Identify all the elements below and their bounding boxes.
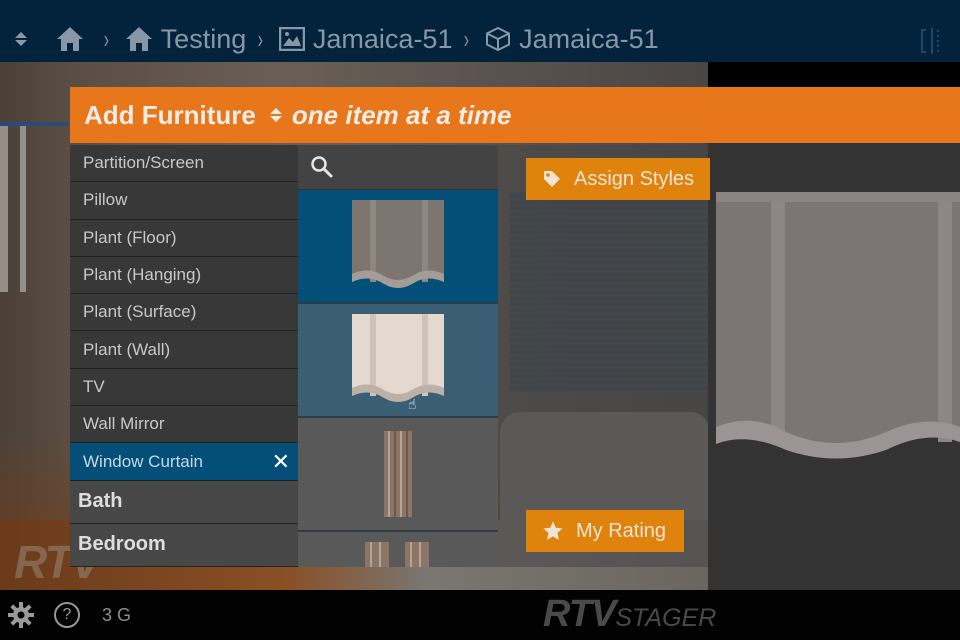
actions-overlay xyxy=(498,145,708,567)
breadcrumb-separator: › xyxy=(257,23,264,54)
item-thumbnail[interactable] xyxy=(298,418,498,532)
gray-curtain-thumbnail xyxy=(352,200,444,288)
category-item[interactable]: Plant (Floor) xyxy=(70,219,298,257)
brand-main: RTV xyxy=(543,593,616,635)
breadcrumb-label: Testing xyxy=(160,23,247,54)
category-label: Pillow xyxy=(83,190,128,210)
add-mode-selector[interactable]: one item at a time xyxy=(292,100,512,131)
cream-curtain-thumbnail xyxy=(352,314,444,402)
breadcrumb-home[interactable] xyxy=(56,26,92,52)
category-label: Partition/Screen xyxy=(83,153,204,173)
home-icon xyxy=(57,27,83,51)
category-label: Plant (Surface) xyxy=(83,302,197,322)
home-icon xyxy=(125,27,152,51)
category-item[interactable]: Plant (Surface) xyxy=(70,294,298,332)
category-label: Plant (Floor) xyxy=(83,227,177,247)
category-item[interactable]: Wall Mirror xyxy=(70,406,298,444)
category-item[interactable]: Plant (Hanging) xyxy=(70,256,298,295)
search-input[interactable] xyxy=(298,145,498,190)
breadcrumb-separator: › xyxy=(103,23,109,54)
drape-curtain-thumbnail xyxy=(384,431,412,517)
close-icon[interactable]: ✕ xyxy=(272,449,290,475)
search-icon xyxy=(311,156,333,178)
image-icon xyxy=(278,27,305,51)
gear-icon[interactable] xyxy=(8,602,34,628)
my-rating-label: My Rating xyxy=(576,519,667,542)
drape-pair-curtain-thumbnail xyxy=(365,542,429,567)
group-label: Bedroom xyxy=(78,533,166,556)
category-item[interactable]: Plant (Wall) xyxy=(70,331,298,369)
category-label: Plant (Wall) xyxy=(83,339,171,359)
tag-icon xyxy=(542,169,562,189)
category-group-bedroom[interactable]: Bedroom xyxy=(70,523,298,567)
preview-background xyxy=(708,142,960,590)
category-label: TV xyxy=(83,376,105,396)
sort-icon[interactable] xyxy=(269,108,282,122)
category-group-bath[interactable]: Bath xyxy=(70,480,298,524)
arrow-up-icon xyxy=(15,32,27,38)
category-list: Partition/Screen Pillow Plant (Floor) Pl… xyxy=(70,145,298,567)
pointer-cursor-icon: ☝ xyxy=(408,396,417,412)
staircase-railing xyxy=(0,122,68,292)
breadcrumb-testing[interactable]: Testing xyxy=(125,23,247,55)
add-furniture-header: Add Furniture one item at a time xyxy=(70,87,960,143)
group-label: Bath xyxy=(78,490,123,513)
arrow-down-icon xyxy=(269,116,282,122)
breadcrumb-label: Jamaica-51 xyxy=(312,23,453,54)
breadcrumb-model[interactable]: Jamaica-51 xyxy=(485,24,659,55)
panel-title: Add Furniture xyxy=(84,99,256,130)
rtv-stager-logo: RTV STAGER xyxy=(543,593,716,636)
star-icon xyxy=(542,520,564,542)
item-thumbnail[interactable] xyxy=(298,190,498,304)
assign-styles-label: Assign Styles xyxy=(574,167,695,190)
category-label: Window Curtain xyxy=(83,451,203,471)
assign-styles-button[interactable]: Assign Styles xyxy=(526,158,710,200)
category-label: Wall Mirror xyxy=(83,414,165,434)
breadcrumb-separator: › xyxy=(464,23,470,54)
brand-sub: STAGER xyxy=(615,604,717,632)
split-view-icon[interactable] xyxy=(920,28,946,54)
item-thumbnail-list: ☝ xyxy=(298,145,498,567)
item-thumbnail[interactable] xyxy=(298,532,498,567)
item-thumbnail[interactable]: ☝ xyxy=(298,304,498,418)
my-rating-button[interactable]: My Rating xyxy=(526,510,684,552)
category-label: Plant (Hanging) xyxy=(83,265,202,285)
curtain-preview-image xyxy=(716,192,960,459)
cube-icon xyxy=(486,26,511,52)
help-icon[interactable]: ? xyxy=(54,602,80,628)
breadcrumb-label: Jamaica-51 xyxy=(519,23,659,54)
arrow-up-icon xyxy=(269,108,282,114)
category-item-selected[interactable]: Window Curtain ✕ xyxy=(70,443,298,481)
category-item[interactable]: Partition/Screen xyxy=(70,145,298,183)
bottom-toolbar: ? 3 G RTV STAGER xyxy=(0,590,960,640)
breadcrumb-project[interactable]: Jamaica-51 xyxy=(278,23,453,55)
arrow-down-icon xyxy=(15,40,27,46)
expand-collapse-toggle[interactable] xyxy=(10,32,32,46)
category-item[interactable]: Pillow xyxy=(70,182,298,220)
top-navigation-bar: › Testing › Jamaica-51 › Jamaica-51 xyxy=(0,0,960,62)
category-item[interactable]: TV xyxy=(70,368,298,407)
status-count: 3 G xyxy=(102,605,132,625)
